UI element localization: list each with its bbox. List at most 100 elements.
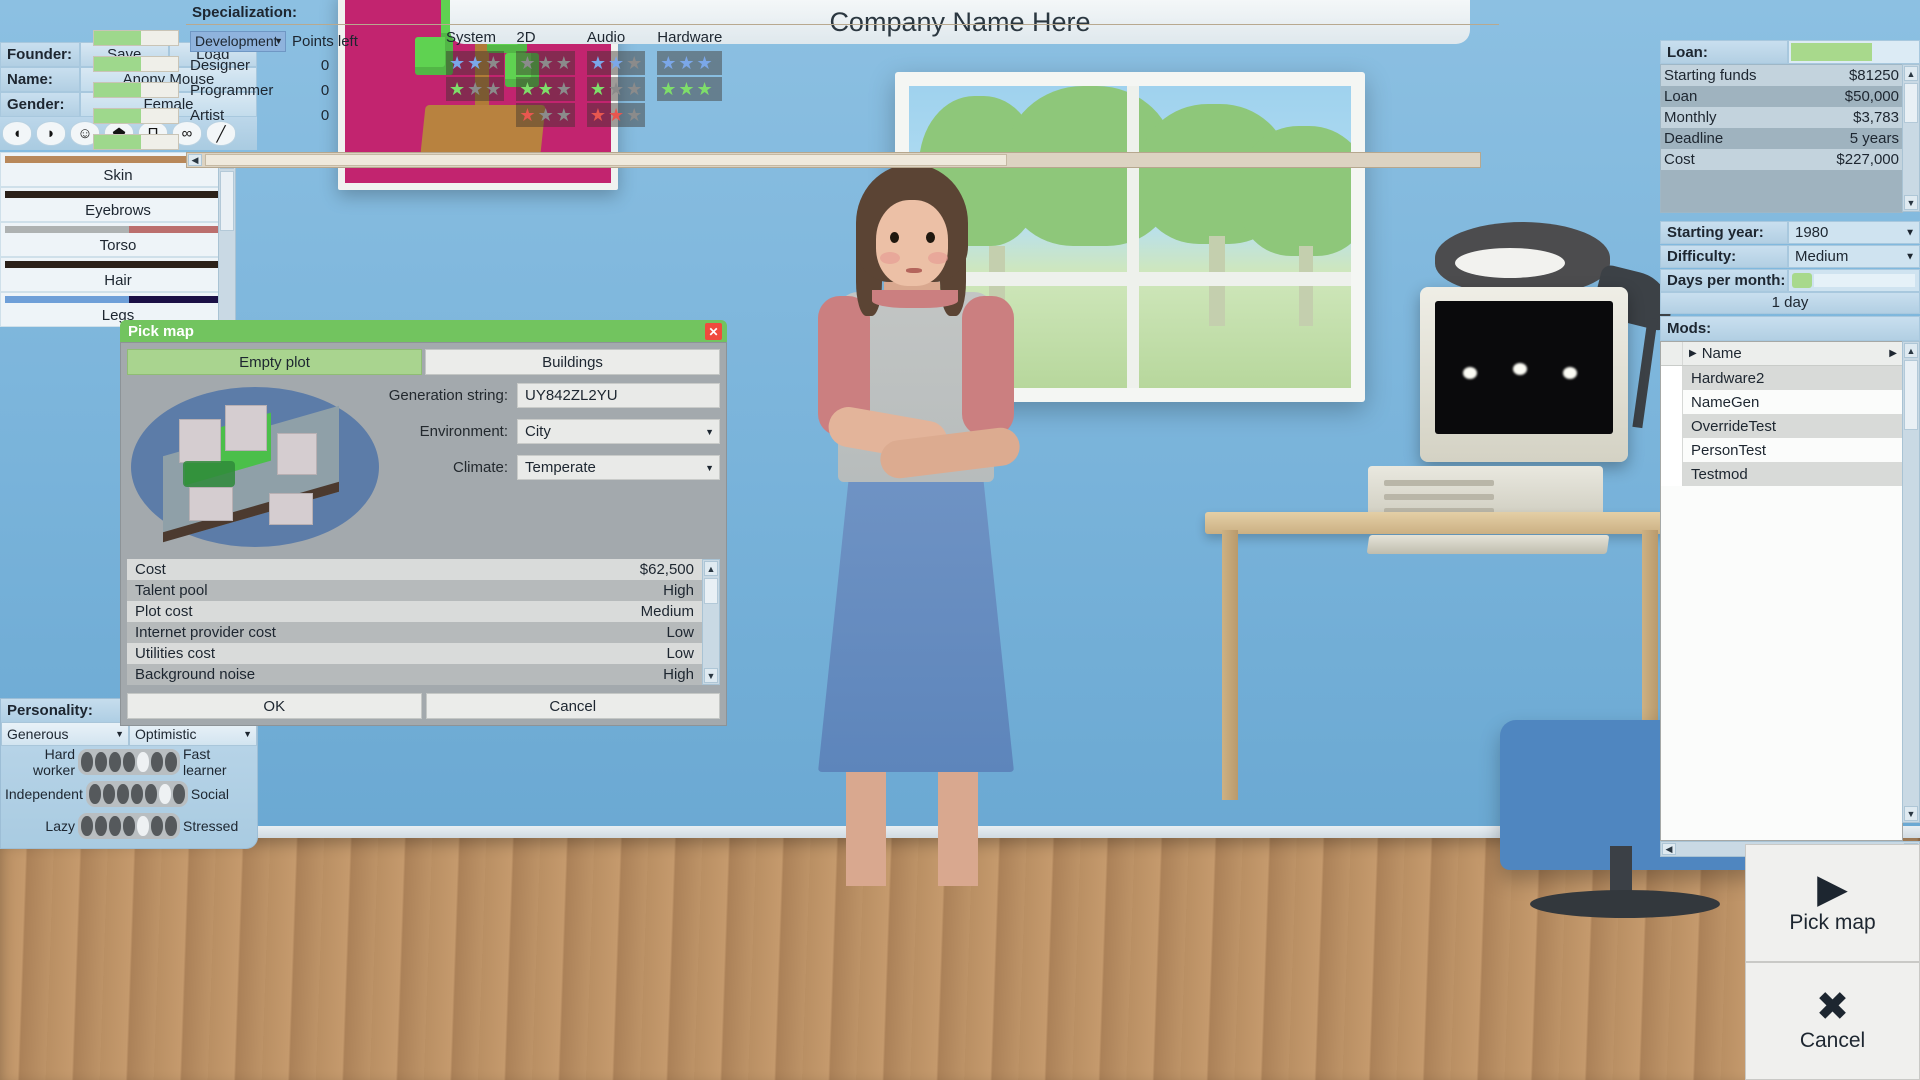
finance-value: $50,000 [1844, 88, 1899, 105]
dialog-body: Empty plot Buildings Generation string: [120, 342, 727, 726]
trait-right-label: Social [190, 786, 229, 802]
finance-label: Monthly [1664, 109, 1717, 126]
part-item-torso[interactable]: Torso [0, 222, 236, 257]
generation-string-value: UY842ZL2YU [525, 387, 618, 404]
star-row-designer[interactable]: ★ ★ ★ [657, 51, 723, 75]
climate-value: Temperate [525, 459, 596, 476]
mods-scrollbar-vertical[interactable]: ▲ ▼ [1902, 341, 1920, 823]
finance-label: Loan [1664, 88, 1698, 105]
scroll-left-icon[interactable]: ◀ [188, 154, 202, 166]
personality-select-1[interactable]: Generous ▼ [1, 722, 129, 746]
part-item-eyebrows[interactable]: Eyebrows [0, 187, 236, 222]
mod-row[interactable]: OverrideTest [1661, 414, 1902, 438]
finance-value: $3,783 [1853, 109, 1899, 126]
star-row-artist[interactable]: ★ ★ ★ [516, 103, 575, 127]
star-row-designer[interactable]: ★ ★ ★ [586, 51, 646, 75]
skill-bar[interactable] [93, 56, 179, 72]
loan-slider[interactable] [1788, 40, 1920, 64]
role-row: Designer 0 [190, 53, 440, 78]
sort-left-icon[interactable]: ▶ [1689, 348, 1697, 359]
star-row-programmer[interactable]: ★ ★ ★ [446, 77, 505, 101]
star-row-designer[interactable]: ★ ★ ★ [516, 51, 575, 75]
trait-slider[interactable] [78, 749, 180, 775]
climate-select[interactable]: Temperate ▼ [517, 455, 720, 480]
star-row-artist[interactable]: ★ ★ ★ [586, 103, 646, 127]
hair-icon[interactable]: ◗ [36, 121, 66, 146]
sort-right-icon[interactable]: ▶ [1889, 348, 1897, 359]
finance-scrollbar[interactable]: ▲ ▼ [1902, 64, 1920, 212]
head-icon[interactable]: ◖ [2, 121, 32, 146]
computer-monitor [1420, 287, 1628, 462]
trait-slider[interactable] [85, 781, 188, 807]
dialog-titlebar[interactable]: Pick map ✕ [120, 320, 727, 342]
specialization-title: Specialization: [186, 1, 1499, 25]
field-label: Generation string: [388, 387, 508, 404]
mod-checkbox[interactable] [1661, 390, 1683, 414]
mods-header-name[interactable]: ▶ Name ▶ [1683, 342, 1902, 365]
mod-name: OverrideTest [1691, 417, 1777, 435]
skills-panel: Skill Lead Programmer Designer Artist Se… [0, 0, 1500, 169]
star-row-designer[interactable]: ★ ★ ★ [446, 51, 505, 75]
scroll-down-icon[interactable]: ▼ [704, 668, 718, 683]
starting-year-select[interactable]: 1980 ▼ [1788, 221, 1920, 244]
scroll-thumb[interactable] [1904, 360, 1918, 430]
skill-bar[interactable] [93, 82, 179, 98]
generation-string-input[interactable]: UY842ZL2YU [517, 383, 720, 408]
stat-row: Plot cost Medium [127, 601, 702, 622]
mod-checkbox[interactable] [1661, 462, 1683, 486]
skill-bar[interactable] [93, 134, 179, 150]
mod-row[interactable]: Hardware2 [1661, 366, 1902, 390]
keyboard [1366, 535, 1610, 554]
stat-label: Internet provider cost [135, 624, 276, 641]
scroll-down-icon[interactable]: ▼ [1904, 195, 1918, 210]
days-per-month-slider[interactable] [1788, 269, 1920, 292]
part-label: Torso [99, 237, 137, 254]
roles-table: Development ▼ Points left Designer 0 Pro… [190, 29, 440, 129]
personality-select-1-value: Generous [7, 726, 69, 742]
pick-map-button[interactable]: ▶ Pick map [1745, 844, 1920, 962]
scroll-thumb[interactable] [205, 154, 1007, 166]
skill-bar[interactable] [93, 30, 179, 46]
close-icon[interactable]: ✕ [705, 323, 722, 340]
star-column-system: System ★ ★ ★ ★ ★ ★ [446, 29, 505, 129]
stats-scrollbar[interactable]: ▲ ▼ [702, 559, 720, 685]
finance-row: Monthly $3,783 [1661, 107, 1902, 128]
skill-bar[interactable] [93, 108, 179, 124]
specialization-select[interactable]: Development ▼ [190, 30, 286, 52]
scroll-up-icon[interactable]: ▲ [1904, 343, 1918, 358]
environment-select[interactable]: City ▼ [517, 419, 720, 444]
cancel-button[interactable]: ✖ Cancel [1745, 962, 1920, 1080]
star-row-programmer[interactable]: ★ ★ ★ [657, 77, 723, 101]
mod-checkbox[interactable] [1661, 414, 1683, 438]
mod-row[interactable]: NameGen [1661, 390, 1902, 414]
chevron-down-icon: ▼ [243, 729, 252, 739]
star-row-programmer[interactable]: ★ ★ ★ [586, 77, 646, 101]
ok-button[interactable]: OK [127, 693, 422, 719]
gender-label: Gender: [0, 92, 80, 117]
star-row-programmer[interactable]: ★ ★ ★ [516, 77, 575, 101]
specialization-column: Random Reset Specialization: Development… [186, 1, 1499, 168]
tab-empty-plot[interactable]: Empty plot [127, 349, 422, 375]
trait-slider[interactable] [78, 813, 180, 839]
mods-list: ▶ Name ▶ Hardware2 NameGen OverrideTest … [1660, 341, 1903, 841]
mod-checkbox[interactable] [1661, 438, 1683, 462]
part-label: Skin [103, 167, 133, 184]
scroll-thumb[interactable] [704, 578, 718, 604]
scroll-left-icon[interactable]: ◀ [1662, 843, 1676, 855]
difficulty-select[interactable]: Medium ▼ [1788, 245, 1920, 268]
mod-row[interactable]: PersonTest [1661, 438, 1902, 462]
tab-buildings[interactable]: Buildings [425, 349, 720, 375]
dialog-actions: OK Cancel [127, 693, 720, 719]
mod-checkbox[interactable] [1661, 366, 1683, 390]
scroll-up-icon[interactable]: ▲ [704, 561, 718, 576]
scroll-thumb[interactable] [1904, 83, 1918, 123]
mods-header: ▶ Name ▶ [1661, 342, 1902, 366]
part-item-hair[interactable]: Hair [0, 257, 236, 292]
mod-row[interactable]: Testmod [1661, 462, 1902, 486]
founder-label: Founder: [0, 42, 80, 67]
specialization-scrollbar[interactable]: ◀ [186, 152, 1481, 168]
scroll-up-icon[interactable]: ▲ [1904, 66, 1918, 81]
cancel-button[interactable]: Cancel [425, 693, 720, 719]
scroll-down-icon[interactable]: ▼ [1904, 806, 1918, 821]
scroll-thumb[interactable] [220, 171, 234, 231]
